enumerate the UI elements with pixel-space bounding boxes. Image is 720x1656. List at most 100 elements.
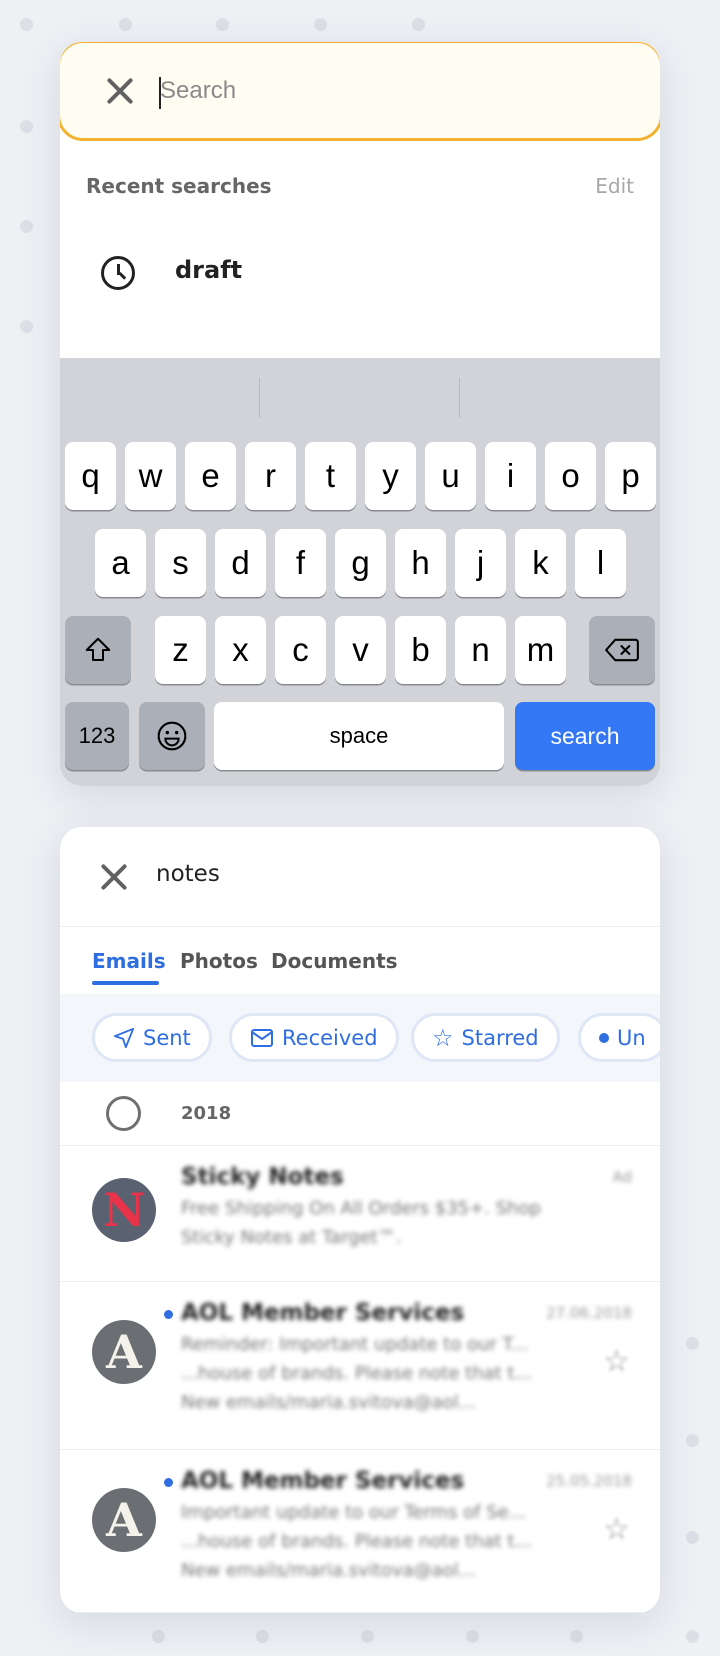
key-w[interactable]: w	[125, 442, 176, 510]
key-r[interactable]: r	[245, 442, 296, 510]
background-dot	[412, 18, 425, 31]
background-dot	[216, 18, 229, 31]
key-l[interactable]: l	[575, 529, 626, 597]
background-dot	[119, 18, 132, 31]
suggestion-divider	[259, 378, 260, 418]
sender-avatar: A	[92, 1488, 156, 1552]
filter-received[interactable]: Received	[229, 1013, 399, 1062]
key-f[interactable]: f	[275, 529, 326, 597]
active-tab-indicator	[92, 981, 159, 985]
star-icon[interactable]: ☆	[603, 1344, 630, 1379]
background-dot	[466, 1630, 479, 1643]
envelope-icon	[251, 1028, 273, 1047]
key-j[interactable]: j	[455, 529, 506, 597]
email-snippet: Sticky Notes at Target™.	[181, 1227, 402, 1248]
key-x[interactable]: x	[215, 616, 266, 684]
email-row[interactable]: N Sticky Notes Ad Free Shipping On All Orde…	[60, 1146, 660, 1282]
email-snippet: ...house of brands. Please note that t..…	[181, 1363, 532, 1384]
suggestion-divider	[459, 378, 460, 418]
key-i[interactable]: i	[485, 442, 536, 510]
close-icon[interactable]	[105, 76, 135, 106]
select-all-checkbox[interactable]	[106, 1096, 141, 1131]
filter-starred[interactable]: ☆ Starred	[411, 1013, 560, 1062]
email-row[interactable]: A AOL Member Services 25.05.2018 Important …	[60, 1450, 660, 1613]
email-snippet: New emails/maria.svitova@aol...	[181, 1560, 476, 1581]
star-icon[interactable]: ☆	[603, 1512, 630, 1547]
search-placeholder: Search	[160, 76, 237, 104]
star-icon: ☆	[432, 1023, 454, 1052]
chip-label: Starred	[461, 1025, 539, 1050]
key-n[interactable]: n	[455, 616, 506, 684]
key-k[interactable]: k	[515, 529, 566, 597]
tab-emails[interactable]: Emails	[92, 949, 166, 973]
unread-indicator	[164, 1310, 173, 1319]
space-key[interactable]: space	[214, 702, 504, 770]
tab-documents[interactable]: Documents	[271, 949, 398, 973]
tab-photos[interactable]: Photos	[180, 949, 258, 973]
background-dot	[361, 1630, 374, 1643]
background-dot	[20, 18, 33, 31]
emoji-key[interactable]	[139, 702, 205, 770]
year-group-header: 2018	[60, 1082, 660, 1146]
unread-indicator	[164, 1478, 173, 1487]
filter-chips: Sent Received ☆ Starred Un	[60, 994, 660, 1082]
key-b[interactable]: b	[395, 616, 446, 684]
key-e[interactable]: e	[185, 442, 236, 510]
chip-label: Sent	[143, 1025, 191, 1050]
filter-sent[interactable]: Sent	[92, 1013, 212, 1062]
email-date: 25.05.2018	[546, 1472, 632, 1490]
filter-unread[interactable]: Un	[578, 1013, 660, 1062]
chip-label: Un	[617, 1025, 646, 1050]
key-p[interactable]: p	[605, 442, 656, 510]
key-y[interactable]: y	[365, 442, 416, 510]
search-query[interactable]: notes	[156, 861, 220, 887]
avatar-letter: N	[102, 1183, 146, 1237]
email-row[interactable]: A AOL Member Services 27.06.2018 Reminder: …	[60, 1282, 660, 1450]
key-g[interactable]: g	[335, 529, 386, 597]
background-dot	[686, 1337, 699, 1350]
key-u[interactable]: u	[425, 442, 476, 510]
key-v[interactable]: v	[335, 616, 386, 684]
key-t[interactable]: t	[305, 442, 356, 510]
key-o[interactable]: o	[545, 442, 596, 510]
search-panel: Search Recent searches Edit draft qwerty…	[60, 42, 660, 786]
sender-name: Sticky Notes	[181, 1164, 344, 1190]
key-q[interactable]: q	[65, 442, 116, 510]
email-snippet: ...house of brands. Please note that t..…	[181, 1531, 532, 1552]
close-icon[interactable]	[99, 862, 129, 892]
recent-searches-label: Recent searches	[86, 174, 272, 198]
recent-search-label: draft	[175, 256, 243, 284]
avatar-letter: A	[106, 1325, 142, 1379]
background-dot	[686, 1630, 699, 1643]
numbers-key[interactable]: 123	[65, 702, 129, 770]
key-d[interactable]: d	[215, 529, 266, 597]
year-label: 2018	[181, 1103, 232, 1124]
key-s[interactable]: s	[155, 529, 206, 597]
background-dot	[314, 18, 327, 31]
key-z[interactable]: z	[155, 616, 206, 684]
sender-avatar: A	[92, 1320, 156, 1384]
shift-key[interactable]	[65, 616, 131, 684]
chip-label: Received	[282, 1025, 378, 1050]
search-input[interactable]: Search	[60, 42, 660, 141]
background-dot	[686, 1434, 699, 1447]
key-m[interactable]: m	[515, 616, 566, 684]
tab-bar: Emails Photos Documents	[60, 927, 660, 994]
emoji-icon	[157, 721, 187, 751]
results-search-bar[interactable]: notes	[60, 827, 660, 927]
email-snippet: Important update to our Terms of Se...	[181, 1502, 526, 1523]
background-dot	[20, 320, 33, 333]
email-date: 27.06.2018	[546, 1304, 632, 1322]
send-icon	[113, 1027, 135, 1048]
keyboard: q w e r t y u i o p a s d f g h j k l z x c v b n m 123 space search	[60, 358, 660, 786]
background-dot	[152, 1630, 165, 1643]
key-a[interactable]: a	[95, 529, 146, 597]
backspace-key[interactable]	[589, 616, 655, 684]
background-dot	[570, 1630, 583, 1643]
search-key[interactable]: search	[515, 702, 655, 770]
sender-avatar: N	[92, 1178, 156, 1242]
edit-button[interactable]: Edit	[595, 174, 634, 198]
key-c[interactable]: c	[275, 616, 326, 684]
background-dot	[20, 220, 33, 233]
key-h[interactable]: h	[395, 529, 446, 597]
